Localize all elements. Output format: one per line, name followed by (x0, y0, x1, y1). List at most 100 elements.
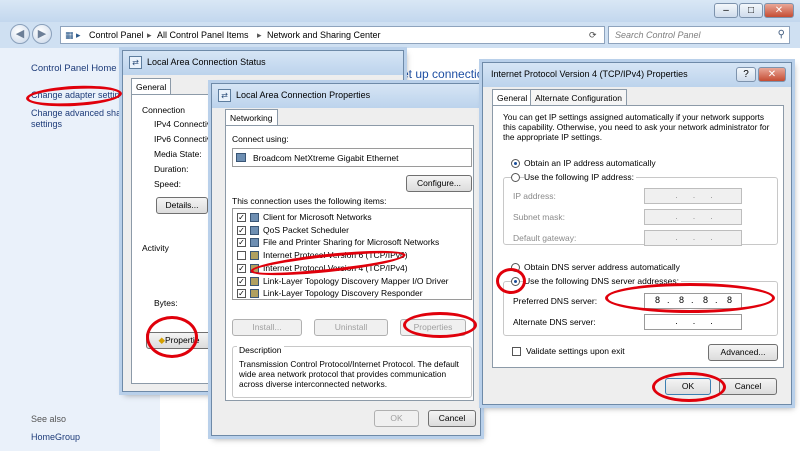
forward-arrow-icon[interactable]: ▶ (32, 24, 52, 44)
description-header: Description (237, 345, 284, 355)
component-label: QoS Packet Scheduler (263, 224, 349, 235)
component-list-item[interactable]: Internet Protocol Version 6 (TCP/IPv6) (236, 250, 470, 262)
setup-connection-link[interactable]: et up connectio (402, 67, 483, 81)
component-icon (250, 225, 259, 235)
component-checkbox[interactable]: ✓ (237, 225, 246, 235)
obtain-dns-auto-radio[interactable] (511, 263, 520, 272)
general-panel: You can get IP settings assigned automat… (492, 105, 784, 368)
maximize-button[interactable]: □ (739, 3, 763, 18)
ok-button[interactable]: OK (374, 410, 419, 427)
component-label: Internet Protocol Version 4 (TCP/IPv4) (263, 262, 408, 273)
component-label: Link-Layer Topology Discovery Responder (263, 288, 423, 299)
dialog-title: Internet Protocol Version 4 (TCP/IPv4) P… (491, 69, 688, 79)
component-list-item[interactable]: ✓ Link-Layer Topology Discovery Mapper I/… (236, 276, 470, 288)
component-checkbox[interactable]: ✓ (237, 289, 246, 299)
use-following-ip-radio[interactable] (511, 173, 520, 182)
component-checkbox[interactable]: ✓ (237, 238, 246, 248)
component-icon (250, 263, 259, 273)
ok-button[interactable]: OK (665, 378, 711, 395)
dialog-titlebar: Internet Protocol Version 4 (TCP/IPv4) P… (483, 63, 791, 87)
refresh-icon[interactable]: ⟳ (589, 30, 597, 41)
control-panel-home-link[interactable]: Control Panel Home (31, 63, 117, 74)
change-adapter-settings-link[interactable]: Change adapter settings (31, 90, 129, 100)
breadcrumb-control-panel[interactable]: Control Panel (89, 30, 144, 40)
use-following-dns-label[interactable]: Use the following DNS server addresses: (524, 276, 681, 286)
tab-alternate-configuration[interactable]: Alternate Configuration (530, 89, 627, 105)
help-button[interactable]: ? (736, 67, 756, 82)
breadcrumb-separator-icon: ▸ (147, 30, 152, 40)
obtain-dns-auto-label[interactable]: Obtain DNS server address automatically (524, 262, 680, 272)
octet-separator: . (691, 295, 694, 305)
component-list-item[interactable]: ✓ Link-Layer Topology Discovery Responder (236, 288, 470, 300)
component-checkbox[interactable]: ✓ (237, 263, 246, 273)
description-text: Transmission Control Protocol/Internet P… (239, 359, 459, 389)
dialog-title: Local Area Connection Properties (236, 90, 371, 100)
ipv6-connectivity-label: IPv6 Connectivi (154, 134, 214, 144)
intro-text: You can get IP settings assigned automat… (503, 112, 770, 142)
component-label: File and Printer Sharing for Microsoft N… (263, 237, 440, 248)
activity-header: Activity (142, 243, 169, 253)
navigation-bar: ◀ ▶ ▦ ▸ Control Panel ▸ All Control Pane… (0, 22, 800, 48)
search-placeholder: Search Control Panel (615, 30, 701, 40)
component-list-item[interactable]: ✓ Client for Microsoft Networks (236, 212, 470, 224)
speed-label: Speed: (154, 179, 181, 189)
ipv4-connectivity-label: IPv4 Connectivi (154, 119, 214, 129)
component-list-item[interactable]: ✓ Internet Protocol Version 4 (TCP/IPv4) (236, 263, 470, 275)
minimize-button[interactable]: – (714, 3, 738, 18)
preferred-dns-octet-3: 8 (703, 295, 709, 305)
component-label: Client for Microsoft Networks (263, 212, 372, 222)
details-button[interactable]: Details... (156, 197, 208, 214)
connection-header: Connection (142, 105, 186, 115)
cancel-button[interactable]: Cancel (428, 410, 476, 427)
properties-label: Propertie (165, 335, 200, 345)
search-icon[interactable]: ⚲ (778, 29, 785, 40)
media-state-label: Media State: (154, 149, 202, 159)
component-checkbox[interactable] (237, 251, 246, 261)
component-icon (250, 251, 259, 261)
ipv4-properties-dialog: Internet Protocol Version 4 (TCP/IPv4) P… (482, 62, 792, 405)
network-adapter-icon (236, 153, 246, 162)
alternate-dns-label: Alternate DNS server: (513, 317, 596, 327)
use-following-ip-label[interactable]: Use the following IP address: (524, 172, 636, 182)
configure-button[interactable]: Configure... (406, 175, 472, 192)
uninstall-button[interactable]: Uninstall (314, 319, 388, 336)
dialog-title: Local Area Connection Status (147, 57, 266, 67)
default-gateway-field[interactable]: . . . (644, 230, 742, 246)
component-checkbox[interactable]: ✓ (237, 213, 246, 222)
alternate-dns-field[interactable]: . . . (644, 314, 742, 330)
breadcrumb-all-items[interactable]: All Control Panel Items (157, 30, 249, 40)
subnet-mask-field[interactable]: . . . (644, 209, 742, 225)
close-button[interactable]: ✕ (764, 3, 794, 18)
component-list-item[interactable]: ✓ File and Printer Sharing for Microsoft … (236, 237, 470, 249)
homegroup-link[interactable]: HomeGroup (31, 432, 80, 442)
preferred-dns-field[interactable]: 8 . 8 . 8 . 8 (644, 293, 742, 309)
change-advanced-sharing-link-line2[interactable]: settings (31, 119, 62, 129)
close-button[interactable]: ✕ (758, 67, 786, 82)
network-icon: ⇄ (218, 89, 231, 102)
status-properties-button[interactable]: ◆Propertie (146, 332, 212, 349)
install-button[interactable]: Install... (232, 319, 302, 336)
network-icon: ⇄ (129, 56, 142, 69)
back-arrow-icon[interactable]: ◀ (10, 24, 30, 44)
validate-settings-label[interactable]: Validate settings upon exit (526, 346, 625, 356)
obtain-ip-auto-radio[interactable] (511, 159, 520, 168)
breadcrumb-network-sharing[interactable]: Network and Sharing Center (267, 30, 381, 40)
component-list-item[interactable]: ✓ QoS Packet Scheduler (236, 225, 470, 237)
tab-general[interactable]: General (131, 78, 172, 95)
connect-using-label: Connect using: (232, 134, 289, 144)
component-properties-button[interactable]: Properties (400, 319, 466, 336)
obtain-ip-auto-label[interactable]: Obtain an IP address automatically (524, 158, 656, 168)
adapter-box: Broadcom NetXtreme Gigabit Ethernet (232, 148, 472, 167)
change-advanced-sharing-link[interactable]: Change advanced shar (31, 108, 124, 118)
tab-general[interactable]: General (492, 89, 533, 106)
advanced-button[interactable]: Advanced... (708, 344, 778, 361)
tab-networking[interactable]: Networking (225, 109, 278, 126)
search-box[interactable]: Search Control Panel ⚲ (608, 26, 790, 44)
ip-address-field[interactable]: . . . (644, 188, 742, 204)
address-bar[interactable]: ▦ ▸ Control Panel ▸ All Control Panel It… (60, 26, 605, 44)
component-checkbox[interactable]: ✓ (237, 276, 246, 286)
networking-panel: Connect using: Broadcom NetXtreme Gigabi… (225, 125, 474, 401)
validate-settings-checkbox[interactable] (512, 347, 521, 356)
use-following-dns-radio[interactable] (511, 277, 520, 286)
cancel-button[interactable]: Cancel (719, 378, 777, 395)
